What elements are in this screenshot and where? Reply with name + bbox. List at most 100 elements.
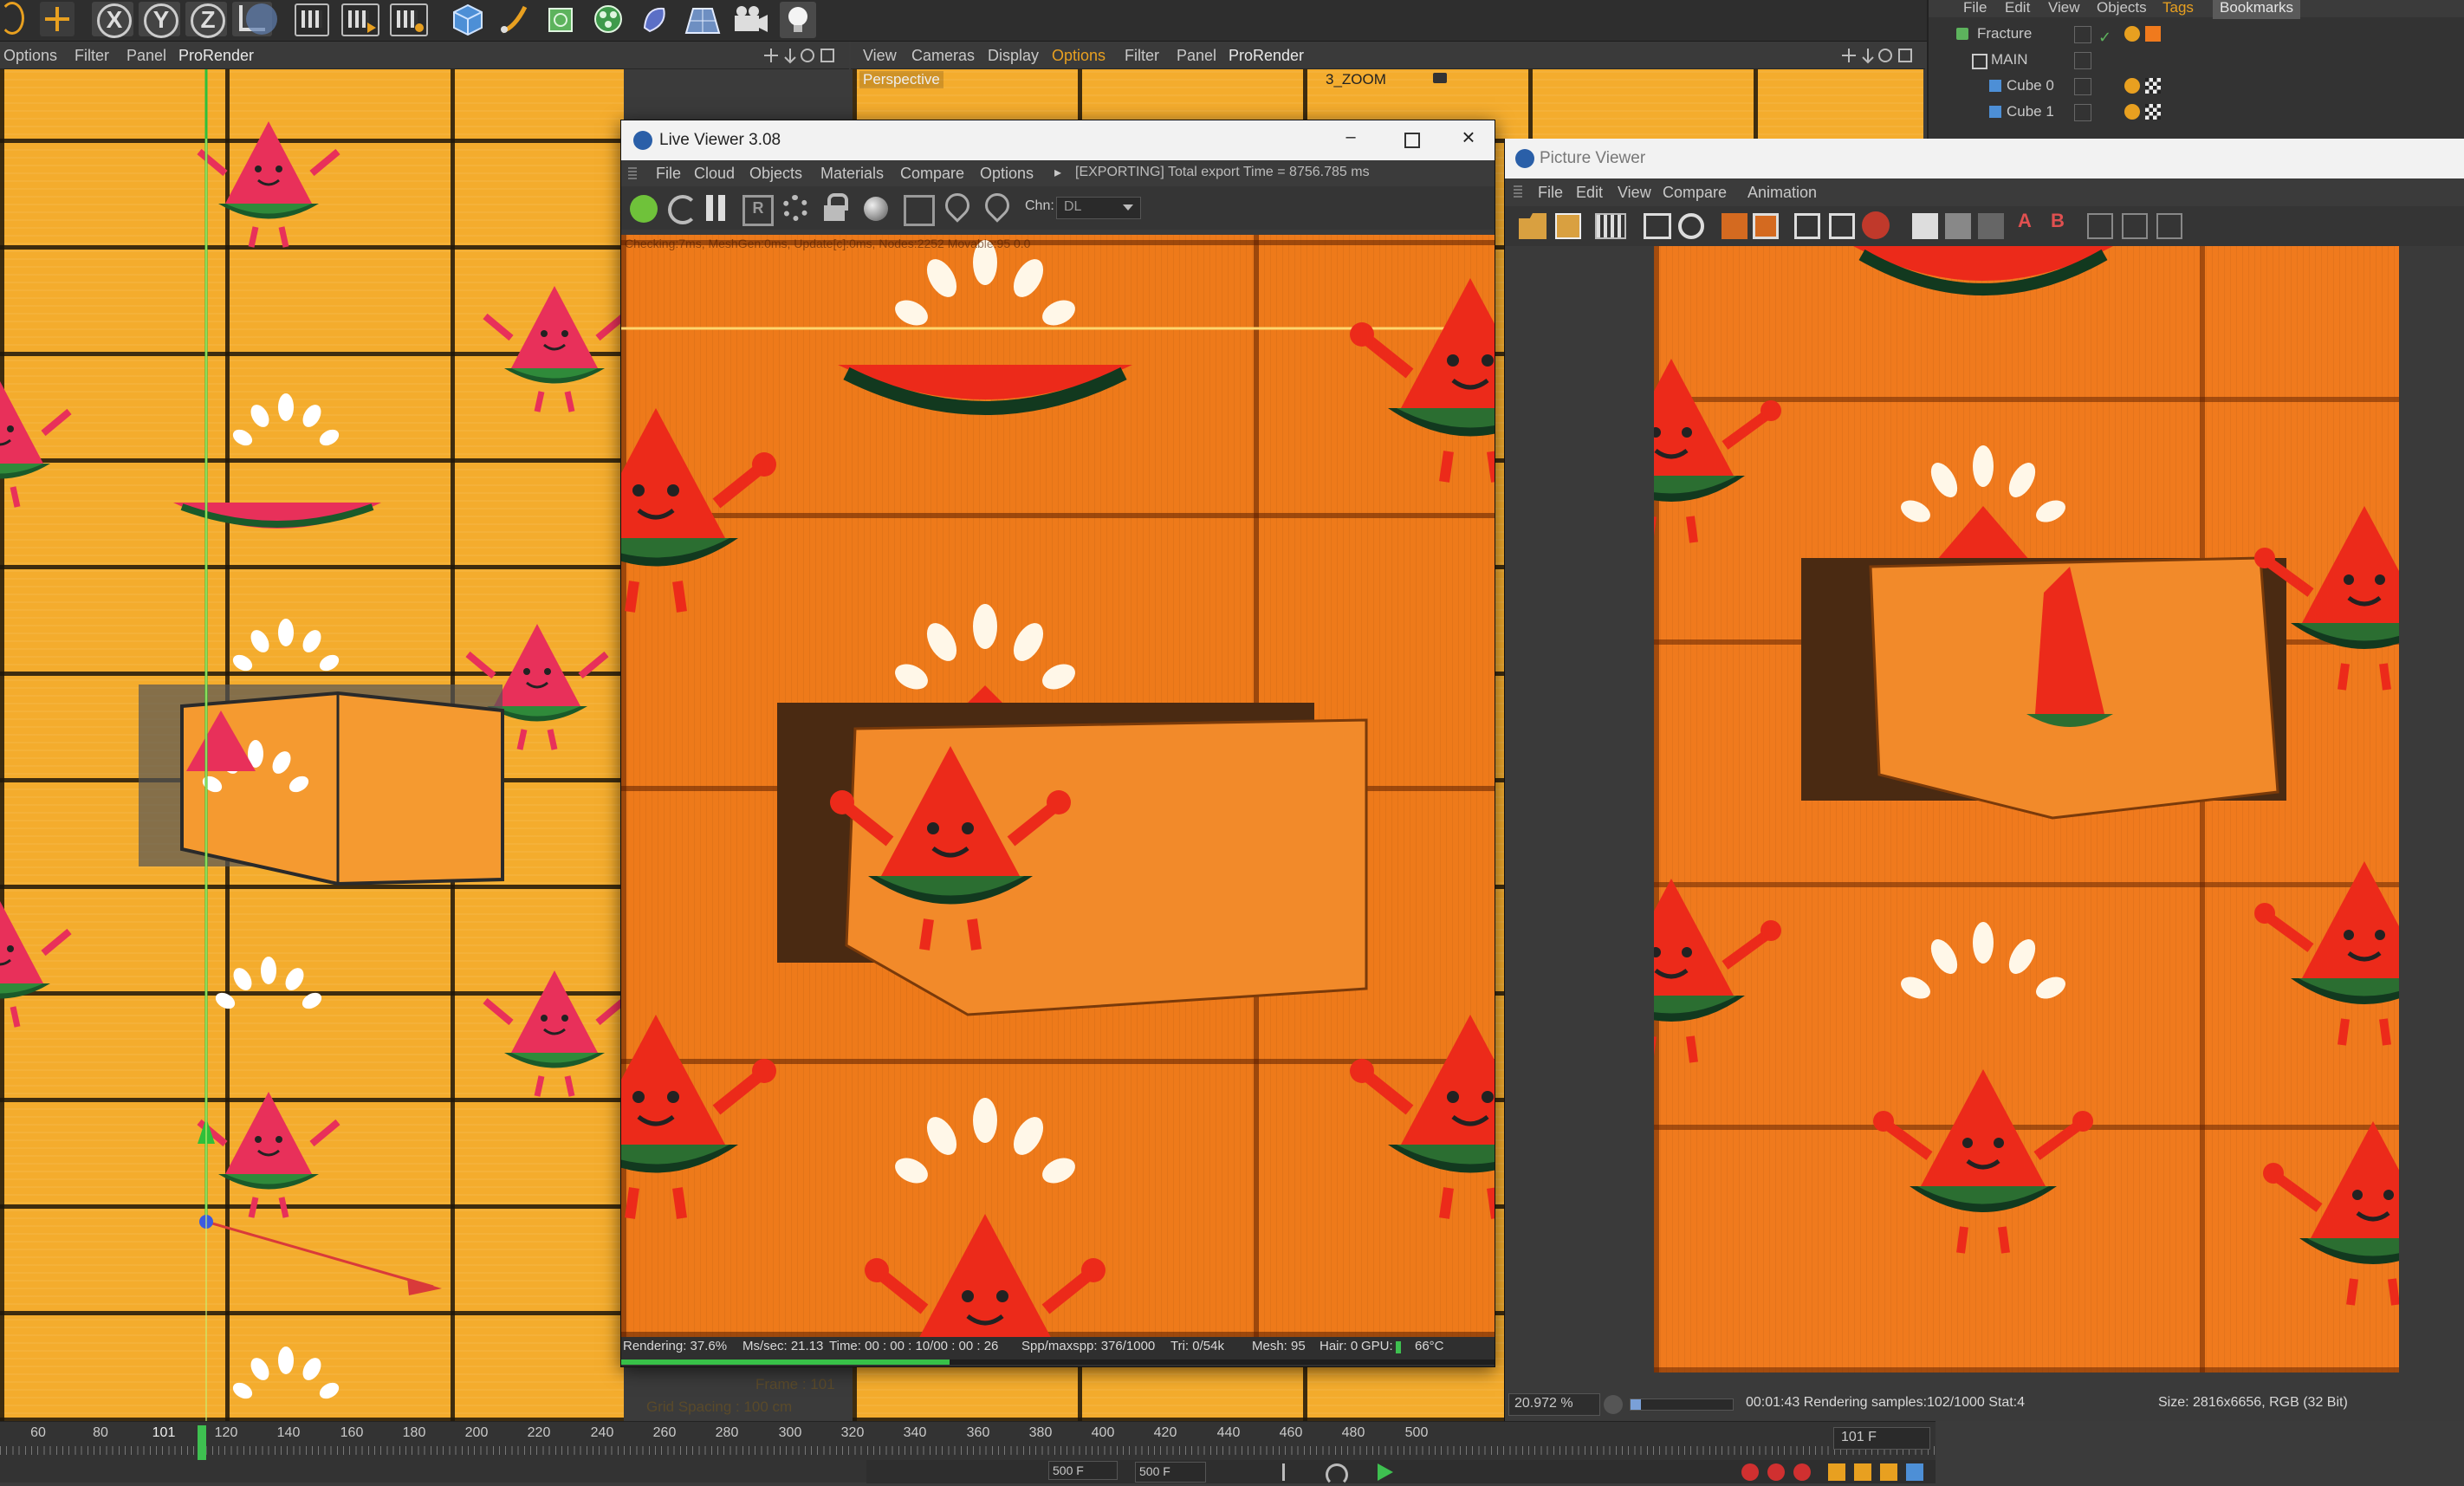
restart-render-icon[interactable] xyxy=(668,195,697,224)
light-icon[interactable] xyxy=(780,2,816,38)
menu-overflow-arrow[interactable]: ▸ xyxy=(1054,164,1061,181)
step-back-icon[interactable] xyxy=(1326,1463,1348,1486)
render-queue-icon[interactable] xyxy=(1595,213,1626,239)
save-icon[interactable] xyxy=(1555,213,1581,239)
pick-material-icon[interactable] xyxy=(980,188,1015,223)
menu-cameras[interactable]: Cameras xyxy=(911,44,975,67)
record-key-icon[interactable] xyxy=(1767,1463,1785,1481)
play-icon[interactable] xyxy=(1378,1463,1393,1481)
menu-panel[interactable]: Panel xyxy=(126,44,166,67)
om-menu-objects[interactable]: Objects xyxy=(2097,0,2147,19)
lv-menu-cloud[interactable]: Cloud xyxy=(694,162,735,185)
zoom-icon[interactable] xyxy=(1678,213,1704,239)
cube-primitive-icon[interactable] xyxy=(451,2,485,36)
om-menu-edit[interactable]: Edit xyxy=(2005,0,2030,19)
object-row-cube-1[interactable]: Cube 1 xyxy=(1929,99,2464,125)
picture-viewer-titlebar[interactable]: Picture Viewer xyxy=(1505,139,2464,178)
channel-select[interactable]: DL xyxy=(1056,197,1141,219)
info-icon[interactable] xyxy=(1862,211,1890,239)
om-menu-view[interactable]: View xyxy=(2048,0,2080,19)
split-horizontal-icon[interactable] xyxy=(2087,213,2113,239)
object-row-main[interactable]: MAIN xyxy=(1929,47,2464,73)
layer-icon[interactable] xyxy=(1829,213,1855,239)
help-icon[interactable] xyxy=(1793,1463,1811,1481)
y-axis-lock-button[interactable]: Y xyxy=(139,2,180,38)
menu-view[interactable]: View xyxy=(863,44,897,67)
lv-menu-materials[interactable]: Materials xyxy=(820,162,884,185)
current-frame-field[interactable]: 101 F xyxy=(1833,1427,1930,1450)
checker-tag-icon[interactable] xyxy=(2145,78,2161,94)
visibility-dots[interactable] xyxy=(2074,52,2091,69)
picture-viewer-canvas[interactable] xyxy=(1654,246,2399,1372)
play-icon[interactable] xyxy=(1604,1395,1623,1414)
z-axis-lock-button[interactable]: Z xyxy=(185,2,227,38)
left-viewport-canvas[interactable] xyxy=(0,69,624,1422)
deformer-icon[interactable] xyxy=(638,2,672,36)
viewport-navigation-icons[interactable] xyxy=(762,47,840,64)
record-icon[interactable] xyxy=(1741,1463,1759,1481)
swap-ab-icon[interactable] xyxy=(1978,213,2004,239)
split-toggle-icon[interactable] xyxy=(2156,213,2182,239)
menu-prorender[interactable]: ProRender xyxy=(178,44,254,67)
timeline[interactable]: 60 80 101 120 140 160 180 200 220 240 260 280 300 320… xyxy=(0,1421,1936,1486)
set-a-icon[interactable]: A xyxy=(2018,210,2032,232)
fit-screen-icon[interactable] xyxy=(1644,213,1671,239)
pause-icon[interactable] xyxy=(704,195,729,221)
pv-menu-view[interactable]: View xyxy=(1618,181,1651,204)
rotate-tool-icon[interactable] xyxy=(0,2,24,35)
camera-icon[interactable] xyxy=(731,3,771,36)
playhead[interactable] xyxy=(198,1425,206,1460)
filter-icon[interactable] xyxy=(1945,213,1971,239)
visibility-dots[interactable] xyxy=(2074,78,2091,95)
visibility-dots[interactable] xyxy=(2074,104,2091,121)
menu-filter[interactable]: Filter xyxy=(1125,44,1159,67)
menu-display[interactable]: Display xyxy=(988,44,1039,67)
material-tag-icon[interactable] xyxy=(2145,26,2161,42)
goto-start-icon[interactable] xyxy=(1282,1463,1302,1481)
open-file-icon[interactable] xyxy=(1519,213,1546,239)
region-icon[interactable] xyxy=(1722,213,1747,239)
pv-menu-animation[interactable]: Animation xyxy=(1747,181,1817,204)
lv-menu-objects[interactable]: Objects xyxy=(749,162,802,185)
region-render-icon[interactable]: R xyxy=(742,195,774,226)
menu-panel[interactable]: Panel xyxy=(1177,44,1216,67)
maximize-button[interactable] xyxy=(1394,127,1429,152)
om-menu-tags[interactable]: Tags xyxy=(2162,0,2194,19)
pv-menu-edit[interactable]: Edit xyxy=(1576,181,1603,204)
material-ball-icon[interactable] xyxy=(864,197,888,221)
start-frame-field[interactable]: 500 F xyxy=(1048,1461,1118,1480)
floor-icon[interactable] xyxy=(683,3,723,36)
lv-menu-compare[interactable]: Compare xyxy=(900,162,964,185)
compare-ab-icon[interactable] xyxy=(1912,213,1938,239)
lv-menu-options[interactable]: Options xyxy=(980,162,1034,185)
zoom-field[interactable]: 20.972 % xyxy=(1508,1393,1600,1416)
object-row-cube-0[interactable]: Cube 0 xyxy=(1929,73,2464,99)
key-move-icon[interactable] xyxy=(1828,1463,1845,1481)
pen-spline-icon[interactable] xyxy=(497,2,532,36)
tag-icon[interactable] xyxy=(2124,26,2140,42)
tag-icon[interactable] xyxy=(2124,78,2140,94)
om-menu-bookmarks[interactable]: Bookmarks xyxy=(2213,0,2301,19)
world-icon[interactable] xyxy=(246,3,277,35)
settings-gear-icon[interactable] xyxy=(782,195,808,221)
lock-icon[interactable] xyxy=(822,193,848,223)
pv-menu-compare[interactable]: Compare xyxy=(1663,181,1727,204)
render-settings-icon[interactable] xyxy=(390,3,428,36)
viewport-frame-icon[interactable] xyxy=(904,195,935,226)
key-rotate-icon[interactable] xyxy=(1854,1463,1871,1481)
pick-focus-icon[interactable] xyxy=(940,188,975,223)
menu-options[interactable]: Options xyxy=(1052,44,1106,67)
set-b-icon[interactable]: B xyxy=(2051,210,2065,232)
live-render-canvas[interactable]: Checking:7ms, MeshGen:0ms, Update[c]:0ms… xyxy=(621,235,1495,1337)
key-param-icon[interactable] xyxy=(1906,1463,1923,1481)
om-menu-file[interactable]: File xyxy=(1963,0,1987,19)
add-tool-icon[interactable] xyxy=(40,2,75,36)
object-row-fracture[interactable]: Fracture ✓ xyxy=(1929,21,2464,47)
menu-prorender[interactable]: ProRender xyxy=(1229,44,1304,67)
history-icon[interactable] xyxy=(1794,213,1820,239)
lv-menu-file[interactable]: File xyxy=(656,162,681,185)
subdivision-icon[interactable] xyxy=(544,2,579,36)
close-button[interactable]: × xyxy=(1451,124,1486,153)
pv-menu-file[interactable]: File xyxy=(1538,181,1563,204)
live-viewer-titlebar[interactable]: Live Viewer 3.08 – × xyxy=(621,120,1495,160)
